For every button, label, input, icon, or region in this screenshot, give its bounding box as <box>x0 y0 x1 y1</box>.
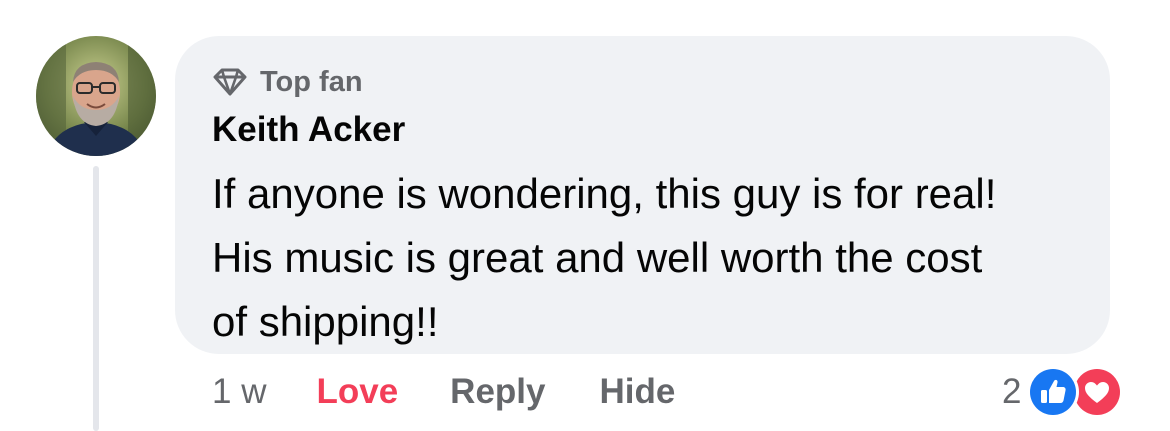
top-fan-badge: Top fan <box>212 62 363 102</box>
love-button[interactable]: Love <box>316 372 398 412</box>
comment-actions: 1 w Love Reply Hide <box>212 368 675 416</box>
reaction-summary[interactable]: 2 <box>1002 366 1127 418</box>
comment-text: If anyone is wondering, this guy is for … <box>212 162 1092 354</box>
reply-button[interactable]: Reply <box>450 372 545 412</box>
comment-text-line: His music is great and well worth the co… <box>212 234 983 281</box>
avatar-photo <box>36 36 156 156</box>
comment-timestamp[interactable]: 1 w <box>212 372 266 412</box>
reply-thread-line <box>93 166 99 431</box>
badge-label: Top fan <box>260 65 363 98</box>
hide-button[interactable]: Hide <box>599 372 675 412</box>
comment-author[interactable]: Keith Acker <box>212 108 405 152</box>
comment-text-line: of shipping!! <box>212 298 439 345</box>
comment-text-line: If anyone is wondering, this guy is for … <box>212 170 997 217</box>
reaction-count: 2 <box>1002 372 1022 411</box>
avatar[interactable] <box>36 36 156 156</box>
diamond-icon <box>212 67 248 97</box>
reaction-icons <box>1027 366 1127 418</box>
like-icon <box>1027 366 1080 418</box>
